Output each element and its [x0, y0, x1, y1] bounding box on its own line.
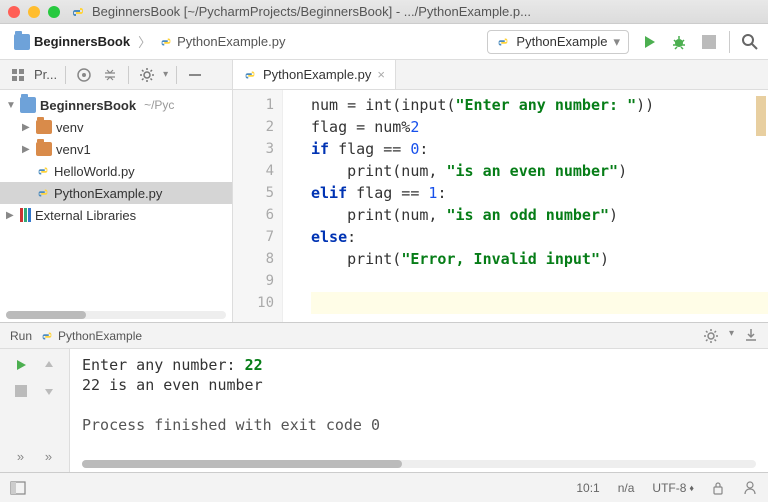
python-icon — [496, 35, 510, 49]
tree-root-name: BeginnersBook — [40, 98, 136, 113]
run-config-selector[interactable]: PythonExample ▾ — [487, 30, 629, 54]
tree-item-label: HelloWorld.py — [54, 164, 135, 179]
project-sidebar: ▼ BeginnersBook ~/Pyc ▶ venv ▶ venv1 He — [0, 90, 233, 322]
download-button[interactable] — [744, 328, 758, 344]
secondary-toolbar: Pr... ▾ PythonExample.py × — [0, 60, 768, 90]
editor-tab[interactable]: PythonExample.py × — [233, 60, 396, 89]
chevron-down-icon: ▾ — [729, 328, 734, 344]
collapse-all-button[interactable] — [100, 65, 120, 85]
caret-position[interactable]: 10:1 — [576, 481, 599, 495]
tree-root[interactable]: ▼ BeginnersBook ~/Pyc — [0, 94, 232, 116]
stop-run-button[interactable] — [11, 381, 31, 401]
run-settings-button[interactable] — [703, 328, 719, 344]
stop-button[interactable] — [699, 32, 719, 52]
up-stack-button[interactable] — [39, 355, 59, 375]
console-output[interactable]: Enter any number: 22 22 is an even numbe… — [70, 349, 768, 472]
tree-item-venv[interactable]: ▶ venv — [0, 116, 232, 138]
scroll-from-source-button[interactable] — [74, 65, 94, 85]
chevron-down-icon: ▾ — [163, 69, 168, 80]
debug-button[interactable] — [669, 32, 689, 52]
minimize-window-button[interactable] — [28, 6, 40, 18]
sidebar-scrollbar[interactable] — [6, 311, 226, 319]
tree-external-libraries[interactable]: ▶ External Libraries — [0, 204, 232, 226]
python-icon — [40, 329, 54, 343]
run-gutter: » » — [0, 349, 70, 472]
separator — [128, 66, 129, 84]
run-button[interactable] — [639, 32, 659, 52]
chevron-right-icon: 〉 — [138, 32, 151, 51]
search-button[interactable] — [740, 32, 760, 52]
console-scrollbar[interactable] — [82, 460, 756, 468]
breadcrumb-file[interactable]: PythonExample.py — [153, 30, 291, 53]
navigation-bar: BeginnersBook 〉 PythonExample.py PythonE… — [0, 24, 768, 60]
tree-root-path: ~/Pyc — [144, 98, 174, 112]
tree-item-label: venv — [56, 120, 83, 135]
code-area[interactable]: num = int(input("Enter any number: "))fl… — [283, 90, 768, 322]
expand-arrow-icon[interactable]: ▶ — [22, 144, 32, 155]
expand-arrow-icon[interactable]: ▶ — [6, 210, 16, 221]
settings-button[interactable] — [137, 65, 157, 85]
rerun-button[interactable] — [11, 355, 31, 375]
run-config-label: PythonExample — [516, 34, 607, 49]
folder-icon — [36, 120, 52, 134]
python-icon — [159, 35, 173, 49]
folder-icon — [14, 34, 30, 50]
folder-icon — [36, 142, 52, 156]
hide-button[interactable] — [185, 65, 205, 85]
run-tool-window: Run PythonExample ▾ » » En — [0, 322, 768, 472]
project-tool-button[interactable] — [8, 65, 28, 85]
python-icon — [243, 68, 257, 82]
tab-label: PythonExample.py — [263, 67, 371, 82]
more-button[interactable]: » — [11, 446, 31, 466]
zoom-window-button[interactable] — [48, 6, 60, 18]
editor-marker-bar[interactable] — [756, 96, 766, 136]
inspector-icon[interactable] — [742, 480, 758, 496]
tree-item-label: venv1 — [56, 142, 91, 157]
close-tab-button[interactable]: × — [377, 67, 385, 82]
close-window-button[interactable] — [8, 6, 20, 18]
status-bar: 10:1 n/a UTF-8♦ — [0, 472, 768, 502]
code-editor[interactable]: 12345678910 num = int(input("Enter any n… — [233, 90, 768, 322]
app-icon — [70, 4, 86, 20]
library-icon — [20, 208, 31, 222]
tree-item-pythonexample[interactable]: PythonExample.py — [0, 182, 232, 204]
tree-item-label: External Libraries — [35, 208, 136, 223]
caret-line — [311, 292, 768, 314]
window-title: BeginnersBook [~/PycharmProjects/Beginne… — [92, 4, 531, 19]
breadcrumb-project[interactable]: BeginnersBook — [8, 30, 136, 54]
expand-arrow-icon[interactable]: ▶ — [22, 122, 32, 133]
tree-item-venv1[interactable]: ▶ venv1 — [0, 138, 232, 160]
separator — [176, 66, 177, 84]
expand-arrow-icon[interactable]: ▼ — [6, 100, 16, 111]
python-icon — [36, 186, 50, 200]
run-label: Run — [10, 329, 32, 343]
titlebar: BeginnersBook [~/PycharmProjects/Beginne… — [0, 0, 768, 24]
tree-item-label: PythonExample.py — [54, 186, 162, 201]
run-config-name: PythonExample — [58, 329, 142, 343]
folder-icon — [20, 97, 36, 113]
encoding-selector[interactable]: UTF-8♦ — [652, 481, 694, 495]
gutter: 12345678910 — [233, 90, 283, 322]
tree-item-helloworld[interactable]: HelloWorld.py — [0, 160, 232, 182]
more-button-2[interactable]: » — [39, 446, 59, 466]
chevron-down-icon: ▾ — [613, 34, 620, 50]
project-tool-label: Pr... — [34, 67, 57, 82]
status-window-icon[interactable] — [10, 481, 26, 495]
separator — [65, 66, 66, 84]
down-stack-button[interactable] — [39, 381, 59, 401]
lock-icon[interactable] — [712, 481, 724, 495]
window-controls — [8, 6, 60, 18]
python-icon — [36, 164, 50, 178]
separator — [729, 31, 730, 53]
status-separator-label: n/a — [618, 481, 635, 495]
